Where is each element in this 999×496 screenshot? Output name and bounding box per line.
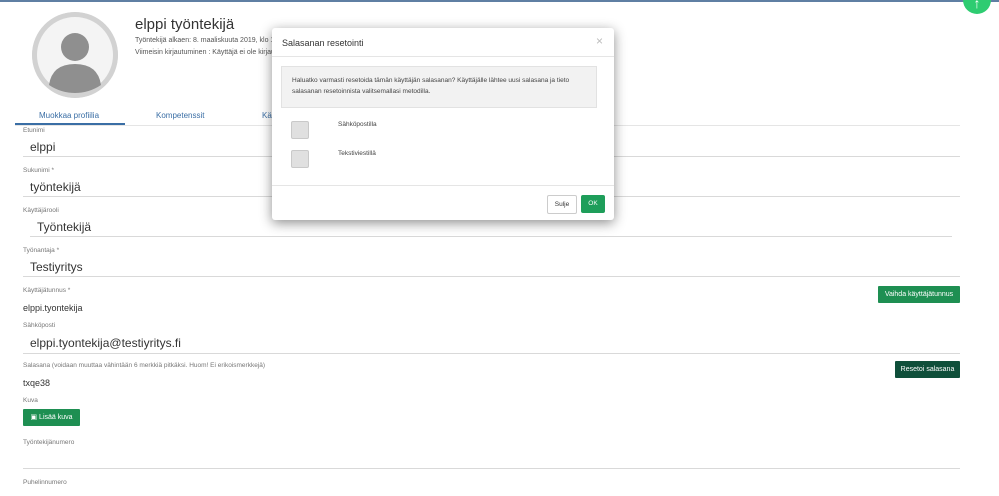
modal-header-divider — [272, 56, 614, 57]
close-button[interactable]: Sulje — [547, 195, 577, 214]
close-icon[interactable]: × — [596, 34, 603, 48]
modal-info-line-1: Haluatko varmasti resetoida tämän käyttä… — [292, 77, 570, 84]
ok-button[interactable]: OK — [581, 195, 605, 213]
modal-footer-divider — [272, 185, 614, 186]
modal-info-box: Haluatko varmasti resetoida tämän käyttä… — [281, 66, 597, 108]
modal-info-line-2: salasanan resetoinnista valitsemallasi m… — [292, 88, 431, 95]
sms-method-label: Tekstiviestillä — [338, 150, 376, 157]
email-method-label: Sähköpostilla — [338, 121, 377, 128]
reset-password-modal: Salasanan resetointi × Haluatko varmasti… — [272, 28, 614, 220]
email-method-checkbox[interactable] — [291, 121, 309, 139]
sms-method-checkbox[interactable] — [291, 150, 309, 168]
modal-title: Salasanan resetointi — [282, 38, 364, 48]
